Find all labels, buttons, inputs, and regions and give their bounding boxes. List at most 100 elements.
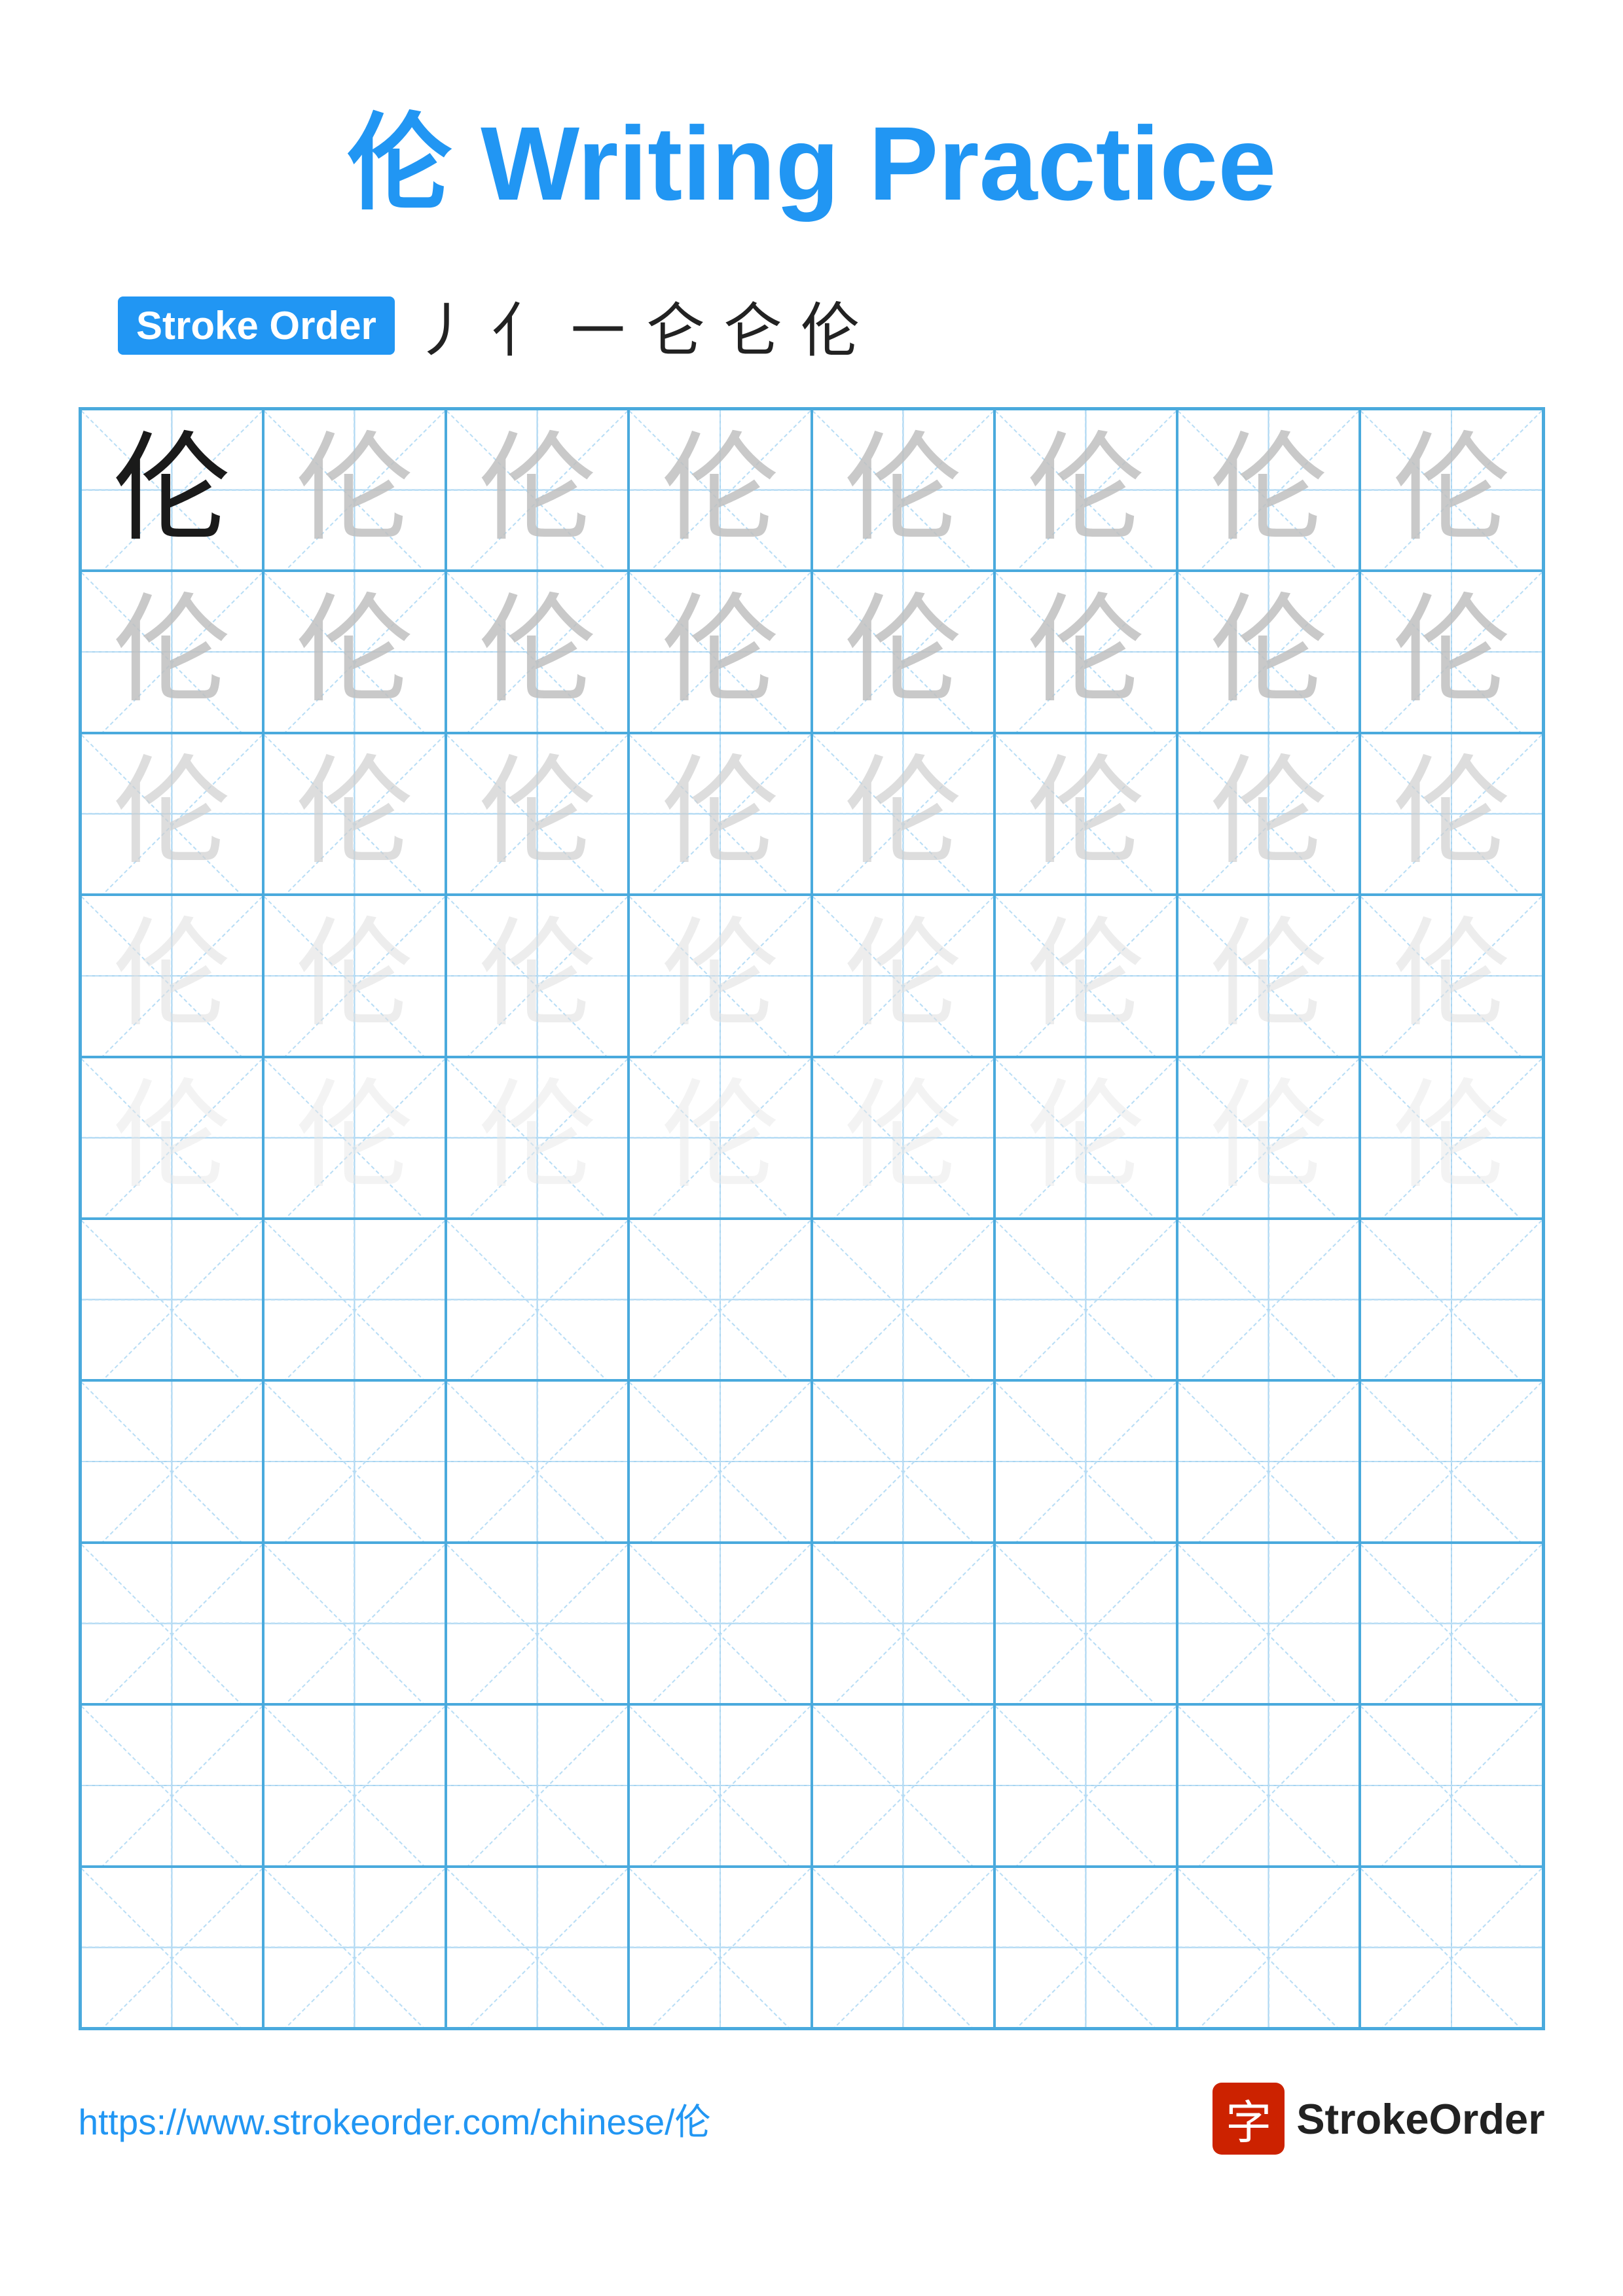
grid-cell-9-4[interactable] — [812, 1867, 994, 2028]
grid-cell-8-2[interactable] — [446, 1704, 629, 1866]
grid-cell-3-2[interactable]: 伦 — [446, 895, 629, 1056]
grid-cell-5-4[interactable] — [812, 1219, 994, 1380]
cell-char-4-5: 伦 — [1027, 1079, 1144, 1196]
grid-cell-1-1[interactable]: 伦 — [263, 571, 446, 732]
grid-cell-5-7[interactable] — [1360, 1219, 1542, 1380]
grid-cell-7-6[interactable] — [1177, 1543, 1360, 1704]
grid-cell-5-6[interactable] — [1177, 1219, 1360, 1380]
grid-cell-6-3[interactable] — [629, 1380, 811, 1542]
grid-cell-9-3[interactable] — [629, 1867, 811, 2028]
grid-cell-3-1[interactable]: 伦 — [263, 895, 446, 1056]
grid-cell-4-6[interactable]: 伦 — [1177, 1057, 1360, 1219]
cell-char-3-2: 伦 — [479, 917, 596, 1035]
stroke-order-badge: Stroke Order — [118, 296, 395, 355]
grid-cell-3-5[interactable]: 伦 — [994, 895, 1177, 1056]
grid-cell-7-0[interactable] — [81, 1543, 263, 1704]
cell-char-0-2: 伦 — [479, 431, 596, 549]
grid-cell-6-6[interactable] — [1177, 1380, 1360, 1542]
grid-cell-0-3[interactable]: 伦 — [629, 409, 811, 571]
grid-cell-1-7[interactable]: 伦 — [1360, 571, 1542, 732]
cell-char-2-6: 伦 — [1210, 755, 1328, 872]
grid-cell-0-6[interactable]: 伦 — [1177, 409, 1360, 571]
grid-cell-0-2[interactable]: 伦 — [446, 409, 629, 571]
grid-cell-7-7[interactable] — [1360, 1543, 1542, 1704]
grid-cell-7-5[interactable] — [994, 1543, 1177, 1704]
grid-cell-9-2[interactable] — [446, 1867, 629, 2028]
grid-cell-8-5[interactable] — [994, 1704, 1177, 1866]
grid-cell-8-1[interactable] — [263, 1704, 446, 1866]
cell-char-4-4: 伦 — [844, 1079, 962, 1196]
grid-cell-4-5[interactable]: 伦 — [994, 1057, 1177, 1219]
cell-char-4-1: 伦 — [295, 1079, 413, 1196]
cell-char-3-1: 伦 — [295, 917, 413, 1035]
grid-cell-0-1[interactable]: 伦 — [263, 409, 446, 571]
grid-cell-4-3[interactable]: 伦 — [629, 1057, 811, 1219]
grid-cell-0-7[interactable]: 伦 — [1360, 409, 1542, 571]
footer-url[interactable]: https://www.strokeorder.com/chinese/伦 — [79, 2092, 711, 2145]
grid-cell-2-6[interactable]: 伦 — [1177, 733, 1360, 895]
grid-cell-5-2[interactable] — [446, 1219, 629, 1380]
grid-cell-1-0[interactable]: 伦 — [81, 571, 263, 732]
cell-char-3-6: 伦 — [1210, 917, 1328, 1035]
grid-cell-3-7[interactable]: 伦 — [1360, 895, 1542, 1056]
grid-cell-7-2[interactable] — [446, 1543, 629, 1704]
grid-cell-2-7[interactable]: 伦 — [1360, 733, 1542, 895]
grid-cell-9-1[interactable] — [263, 1867, 446, 2028]
grid-cell-9-6[interactable] — [1177, 1867, 1360, 2028]
grid-cell-2-0[interactable]: 伦 — [81, 733, 263, 895]
grid-cell-8-7[interactable] — [1360, 1704, 1542, 1866]
cell-char-1-7: 伦 — [1393, 593, 1510, 711]
grid-cell-6-4[interactable] — [812, 1380, 994, 1542]
grid-cell-7-3[interactable] — [629, 1543, 811, 1704]
grid-cell-6-1[interactable] — [263, 1380, 446, 1542]
grid-cell-1-2[interactable]: 伦 — [446, 571, 629, 732]
grid-cell-8-4[interactable] — [812, 1704, 994, 1866]
cell-char-1-4: 伦 — [844, 593, 962, 711]
grid-cell-9-0[interactable] — [81, 1867, 263, 2028]
grid-cell-3-4[interactable]: 伦 — [812, 895, 994, 1056]
cell-char-2-2: 伦 — [479, 755, 596, 872]
grid-cell-0-0[interactable]: 伦 — [81, 409, 263, 571]
cell-char-4-6: 伦 — [1210, 1079, 1328, 1196]
grid-cell-9-7[interactable] — [1360, 1867, 1542, 2028]
grid-cell-4-4[interactable]: 伦 — [812, 1057, 994, 1219]
grid-cell-0-5[interactable]: 伦 — [994, 409, 1177, 571]
grid-cell-1-3[interactable]: 伦 — [629, 571, 811, 732]
grid-cell-5-1[interactable] — [263, 1219, 446, 1380]
grid-cell-8-6[interactable] — [1177, 1704, 1360, 1866]
grid-cell-2-4[interactable]: 伦 — [812, 733, 994, 895]
grid-cell-1-4[interactable]: 伦 — [812, 571, 994, 732]
grid-cell-8-3[interactable] — [629, 1704, 811, 1866]
grid-cell-1-5[interactable]: 伦 — [994, 571, 1177, 732]
grid-cell-6-7[interactable] — [1360, 1380, 1542, 1542]
grid-cell-3-6[interactable]: 伦 — [1177, 895, 1360, 1056]
grid-cell-5-5[interactable] — [994, 1219, 1177, 1380]
grid-cell-4-2[interactable]: 伦 — [446, 1057, 629, 1219]
grid-cell-4-1[interactable]: 伦 — [263, 1057, 446, 1219]
grid-cell-2-2[interactable]: 伦 — [446, 733, 629, 895]
grid-cell-4-7[interactable]: 伦 — [1360, 1057, 1542, 1219]
grid-cell-2-1[interactable]: 伦 — [263, 733, 446, 895]
grid-cell-3-3[interactable]: 伦 — [629, 895, 811, 1056]
grid-cell-2-3[interactable]: 伦 — [629, 733, 811, 895]
cell-char-2-0: 伦 — [113, 755, 230, 872]
grid-cell-5-3[interactable] — [629, 1219, 811, 1380]
grid-cell-9-5[interactable] — [994, 1867, 1177, 2028]
grid-cell-6-5[interactable] — [994, 1380, 1177, 1542]
grid-cell-6-2[interactable] — [446, 1380, 629, 1542]
cell-char-3-7: 伦 — [1393, 917, 1510, 1035]
stroke-3: ㇐ — [569, 283, 628, 368]
grid-cell-7-1[interactable] — [263, 1543, 446, 1704]
grid-cell-7-4[interactable] — [812, 1543, 994, 1704]
cell-char-0-6: 伦 — [1210, 431, 1328, 549]
grid-cell-2-5[interactable]: 伦 — [994, 733, 1177, 895]
grid-cell-3-0[interactable]: 伦 — [81, 895, 263, 1056]
grid-cell-6-0[interactable] — [81, 1380, 263, 1542]
stroke-4: 仑 — [646, 283, 705, 368]
grid-cell-1-6[interactable]: 伦 — [1177, 571, 1360, 732]
grid-cell-8-0[interactable] — [81, 1704, 263, 1866]
grid-cell-4-0[interactable]: 伦 — [81, 1057, 263, 1219]
grid-cell-0-4[interactable]: 伦 — [812, 409, 994, 571]
grid-cell-5-0[interactable] — [81, 1219, 263, 1380]
cell-char-1-1: 伦 — [295, 593, 413, 711]
